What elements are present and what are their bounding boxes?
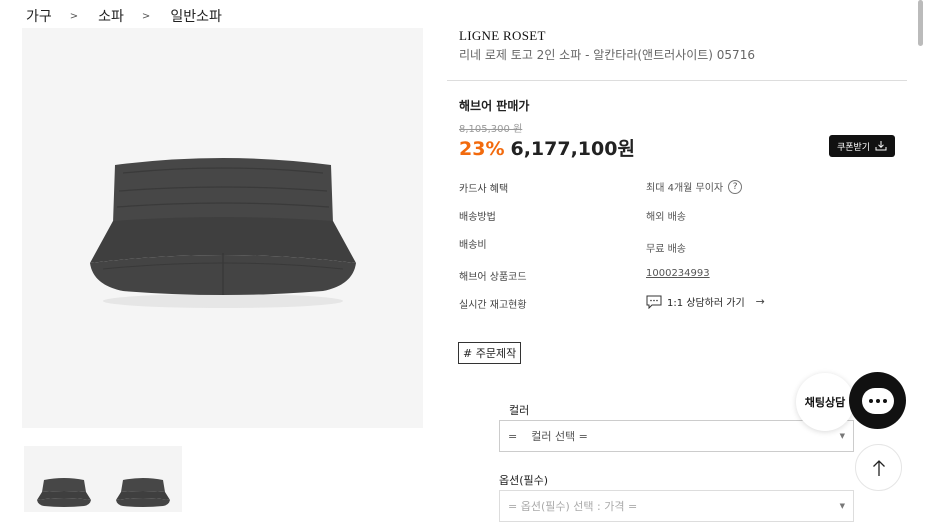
shipping-method-value: 해외 배송	[646, 212, 686, 223]
thumbnail-image[interactable]	[36, 474, 92, 508]
arrow-up-icon	[872, 459, 885, 476]
required-option-select-value: = 옵션(필수) 선택 : 가격 =	[508, 500, 638, 513]
brand-name[interactable]: LIGNE ROSET	[459, 28, 546, 44]
download-icon	[875, 141, 887, 151]
caret-down-icon: ▼	[839, 502, 845, 510]
sofa-image	[89, 158, 356, 308]
arrow-right-icon: →	[755, 295, 765, 308]
card-benefit-value: 최대 4개월 무이자 ?	[646, 179, 743, 194]
chat-consult-button[interactable]: 채팅상담	[796, 373, 854, 431]
product-code-link[interactable]: 1000234993	[646, 268, 710, 279]
shipping-method-label: 배송방법	[459, 212, 496, 223]
sale-price: 6,177,100원	[510, 138, 635, 160]
price-row: 23% 6,177,100원	[459, 134, 635, 161]
stock-status-label: 실시간 재고현황	[459, 300, 527, 311]
coupon-button-label: 쿠폰받기	[836, 142, 871, 153]
product-code-value: 1000234993	[646, 268, 710, 279]
original-price: 8,105,300 원	[459, 124, 523, 135]
required-option-select[interactable]: = 옵션(필수) 선택 : 가격 = ▼	[499, 490, 854, 522]
breadcrumb-item-general-sofa[interactable]: 일반소파	[170, 6, 222, 26]
shipping-fee-label: 배송비	[459, 240, 487, 251]
color-select-value: = 컬러 선택 =	[508, 430, 588, 443]
card-benefit-label: 카드사 혜택	[459, 184, 509, 195]
breadcrumb-separator: >	[69, 10, 79, 22]
discount-rate: 23%	[459, 138, 505, 160]
chat-bubble-icon[interactable]	[849, 372, 906, 429]
breadcrumb: 가구 > 소파 > 일반소파	[26, 6, 222, 26]
custom-order-tag: # 주문제작	[458, 342, 522, 364]
product-main-image[interactable]	[22, 28, 423, 428]
breadcrumb-item-sofa[interactable]: 소파	[98, 6, 124, 26]
consult-link[interactable]: 1:1 상담하러 가기 →	[646, 294, 765, 309]
thumbnail-strip	[24, 446, 182, 512]
product-title: 리네 로제 토고 2인 소파 - 알칸타라(앤트러사이트) 05716	[459, 48, 755, 62]
coupon-button[interactable]: 쿠폰받기	[829, 135, 895, 157]
shipping-fee-value: 무료 배송	[646, 244, 686, 255]
card-benefit-text: 최대 4개월 무이자	[646, 183, 724, 194]
scrollbar[interactable]	[918, 0, 923, 46]
product-code-label: 해브어 상품코드	[459, 272, 527, 283]
price-title: 해브어 판매가	[459, 99, 530, 113]
question-circle-icon[interactable]: ?	[728, 179, 743, 194]
thumbnail-image[interactable]	[115, 474, 171, 508]
scroll-top-button[interactable]	[855, 444, 902, 491]
breadcrumb-item-furniture[interactable]: 가구	[26, 6, 52, 26]
caret-down-icon: ▼	[839, 432, 845, 440]
divider	[447, 80, 907, 81]
required-option-label: 옵션(필수)	[499, 474, 549, 487]
color-option-label: 컬러	[509, 404, 530, 417]
speech-bubble-icon	[646, 295, 662, 309]
color-select[interactable]: = 컬러 선택 = ▼	[499, 420, 854, 452]
consult-link-label: 1:1 상담하러 가기	[667, 298, 745, 309]
breadcrumb-separator: >	[141, 10, 151, 22]
chat-consult-label: 채팅상담	[804, 396, 846, 409]
